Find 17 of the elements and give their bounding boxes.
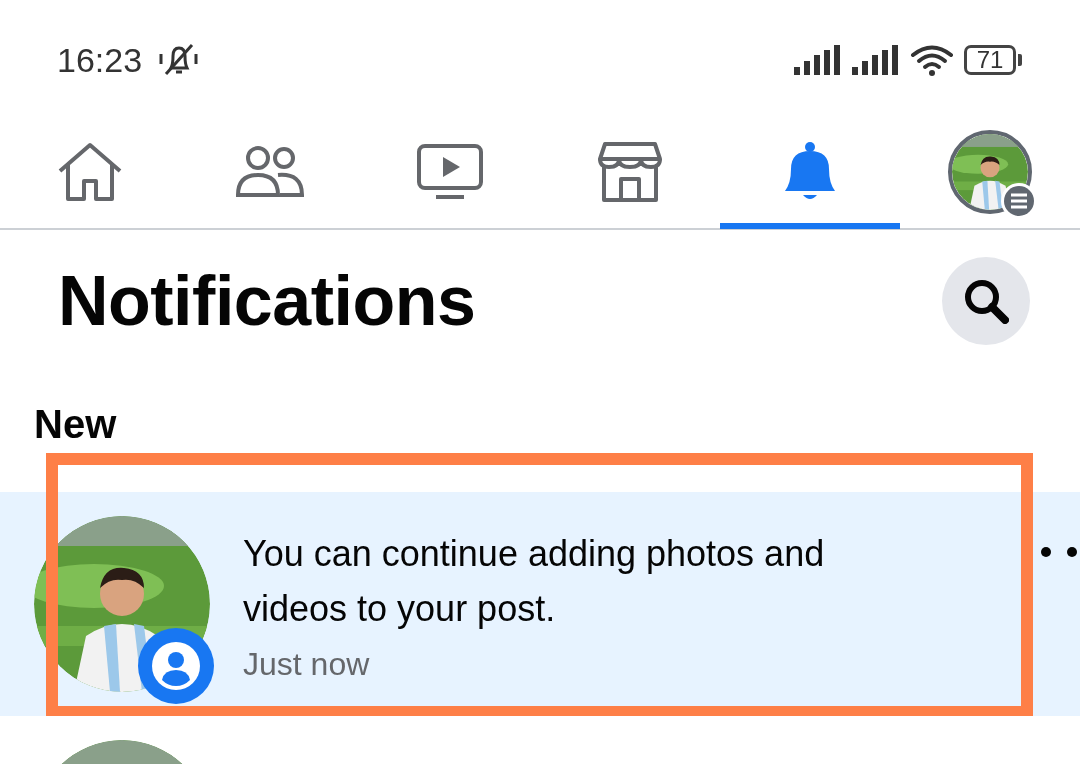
clock-time: 16:23 [57, 40, 143, 80]
search-icon [963, 278, 1009, 324]
signal-icon [794, 45, 842, 75]
signal-icon [852, 45, 900, 75]
wifi-icon [910, 44, 954, 76]
battery-level: 71 [976, 46, 1004, 74]
notification-item[interactable]: You can continue adding photos and videos to your post. Just now [0, 492, 1080, 716]
page-title: Notifications [58, 261, 476, 341]
section-title: New [34, 402, 117, 446]
notification-time: Just now [243, 645, 371, 684]
shop-icon [597, 140, 663, 203]
home-icon [56, 140, 124, 203]
profile-badge-icon [136, 626, 216, 706]
more-icon[interactable] [1038, 546, 1080, 558]
video-icon [416, 142, 484, 201]
notification-text: You can continue adding photos and videos to your post. [243, 532, 826, 631]
friends-icon [234, 144, 306, 199]
